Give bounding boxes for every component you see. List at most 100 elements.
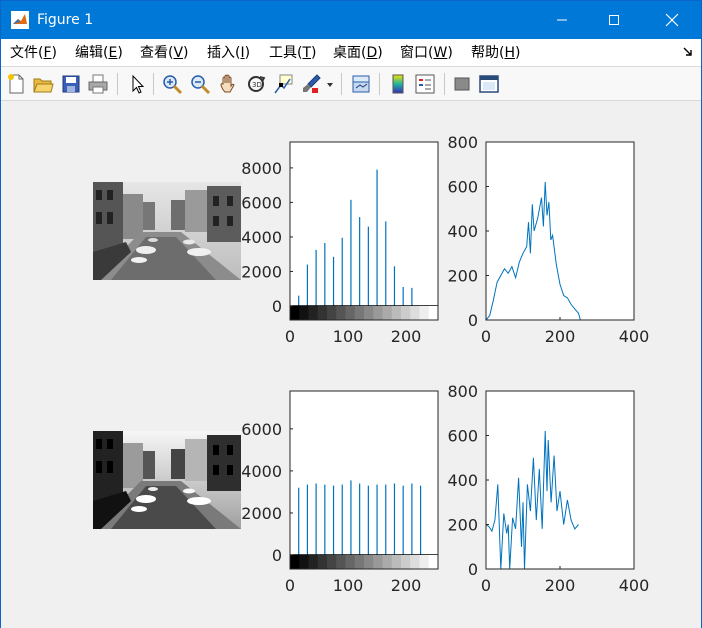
gray-colorbar-cell (336, 555, 346, 569)
axes-profile-original: 0 200 400 600 800 0 200 400 (447, 133, 649, 346)
y-tick-label: 4000 (241, 462, 282, 481)
brush-button[interactable] (300, 73, 322, 95)
y-tick-label: 0 (468, 311, 478, 330)
colorbar-button[interactable] (387, 73, 409, 95)
gray-colorbar-cell (373, 555, 383, 569)
gray-colorbar-cell (327, 306, 337, 320)
gray-colorbar-cell (410, 306, 420, 320)
zoom-out-button[interactable] (189, 73, 211, 95)
pan-hand-icon (220, 74, 235, 93)
axes-hist-equalized: 0 2000 4000 6000 0 100 200 (241, 390, 439, 595)
x-tick-label: 0 (481, 327, 491, 346)
canal-image-original (93, 182, 241, 280)
gray-colorbar-cell (327, 555, 337, 569)
minimize-button[interactable] (539, 1, 585, 39)
zoom-in-button[interactable] (161, 73, 183, 95)
y-tick-label: 400 (447, 471, 478, 490)
save-button[interactable] (60, 73, 82, 95)
canal-image-equalized (93, 431, 241, 529)
x-tick-label: 0 (285, 327, 295, 346)
y-tick-label: 2000 (241, 262, 282, 281)
minimize-icon (557, 19, 567, 21)
gray-colorbar-cell (354, 306, 365, 320)
open-file-button[interactable] (32, 73, 54, 95)
y-tick-label: 0 (272, 546, 282, 565)
select-arrow-icon (132, 74, 145, 94)
brush-icon (303, 74, 321, 93)
print-icon (88, 74, 108, 94)
new-figure-button[interactable] (5, 73, 27, 95)
gray-colorbar-cell (428, 555, 439, 569)
gray-colorbar-cell (382, 555, 393, 569)
close-icon (665, 13, 679, 27)
x-tick-label: 200 (391, 327, 422, 346)
svg-text:3D: 3D (252, 81, 262, 89)
toolbar-separator (117, 73, 118, 95)
menu-help[interactable]: 帮助(H) (471, 45, 520, 61)
pan-button[interactable] (217, 73, 239, 95)
menu-desktop[interactable]: 桌面(D) (333, 45, 383, 61)
menu-insert[interactable]: 插入(I) (207, 45, 250, 61)
plot-area (486, 142, 634, 320)
gray-colorbar-cell (364, 555, 374, 569)
x-tick-label: 200 (545, 576, 576, 595)
menu-undock-arrow-icon[interactable] (683, 47, 693, 57)
y-tick-label: 400 (447, 222, 478, 241)
data-cursor-button[interactable] (272, 73, 294, 95)
gray-colorbar-cell (308, 555, 319, 569)
axes-profile-equalized: 0 200 400 600 800 0 200 400 (447, 382, 649, 595)
figure-canvas[interactable]: 0 2000 4000 6000 8000 0 100 200 0 200 400 600 800 0 20… (1, 102, 701, 628)
gray-colorbar-cell (391, 306, 402, 320)
y-tick-label: 200 (447, 516, 478, 535)
select-arrow-button[interactable] (126, 73, 148, 95)
y-tick-label: 600 (447, 178, 478, 197)
y-tick-label: 800 (447, 382, 478, 401)
rotate-3d-button[interactable]: 3D (245, 73, 267, 95)
brush-dropdown-button[interactable] (325, 73, 335, 95)
gray-colorbar-cell (419, 306, 430, 320)
title-bar[interactable]: Figure 1 (1, 1, 701, 39)
menu-edit[interactable]: 编辑(E) (75, 45, 123, 61)
y-tick-label: 6000 (241, 420, 282, 439)
gray-colorbar-cell (401, 555, 411, 569)
brush-dropdown-icon (327, 83, 333, 87)
zoom-in-icon (163, 75, 183, 95)
toolbar-separator (153, 73, 154, 95)
menu-tools[interactable]: 工具(T) (269, 45, 317, 61)
gray-colorbar-cell (299, 555, 309, 569)
gray-colorbar-cell (345, 306, 356, 320)
x-tick-label: 400 (619, 576, 650, 595)
gray-colorbar-cell (336, 306, 346, 320)
gray-colorbar-cell (290, 306, 300, 320)
gray-colorbar-cell (419, 555, 430, 569)
legend-button[interactable] (414, 73, 436, 95)
menu-bar: 文件(F) 编辑(E) 查看(V) 插入(I) 工具(T) 桌面(D) 窗口(W… (1, 39, 701, 67)
gray-colorbar-cell (364, 306, 374, 320)
y-tick-label: 0 (468, 560, 478, 579)
plot-area (290, 142, 438, 320)
x-tick-label: 400 (619, 327, 650, 346)
menu-window[interactable]: 窗口(W) (400, 45, 453, 61)
link-plot-button[interactable] (350, 73, 372, 95)
print-button[interactable] (87, 73, 109, 95)
gray-colorbar-cell (290, 555, 300, 569)
matlab-logo-icon (11, 11, 29, 29)
maximize-button[interactable] (591, 1, 637, 39)
gray-colorbar-cell (345, 555, 356, 569)
open-file-icon (33, 78, 54, 93)
show-plot-tools-icon (479, 75, 499, 93)
gray-colorbar-cell (354, 555, 365, 569)
figure-toolbar: 3D (1, 67, 701, 101)
y-tick-label: 8000 (241, 159, 282, 178)
close-button[interactable] (649, 1, 695, 39)
menu-view[interactable]: 查看(V) (140, 45, 189, 61)
y-tick-label: 2000 (241, 504, 282, 523)
menu-file[interactable]: 文件(F) (10, 45, 57, 61)
gray-colorbar-cell (317, 555, 328, 569)
gray-colorbar-cell (317, 306, 328, 320)
y-tick-label: 800 (447, 133, 478, 152)
hide-plot-tools-button[interactable] (451, 73, 473, 95)
save-icon (62, 75, 80, 93)
show-plot-tools-button[interactable] (478, 73, 500, 95)
gray-colorbar-cell (428, 306, 439, 320)
